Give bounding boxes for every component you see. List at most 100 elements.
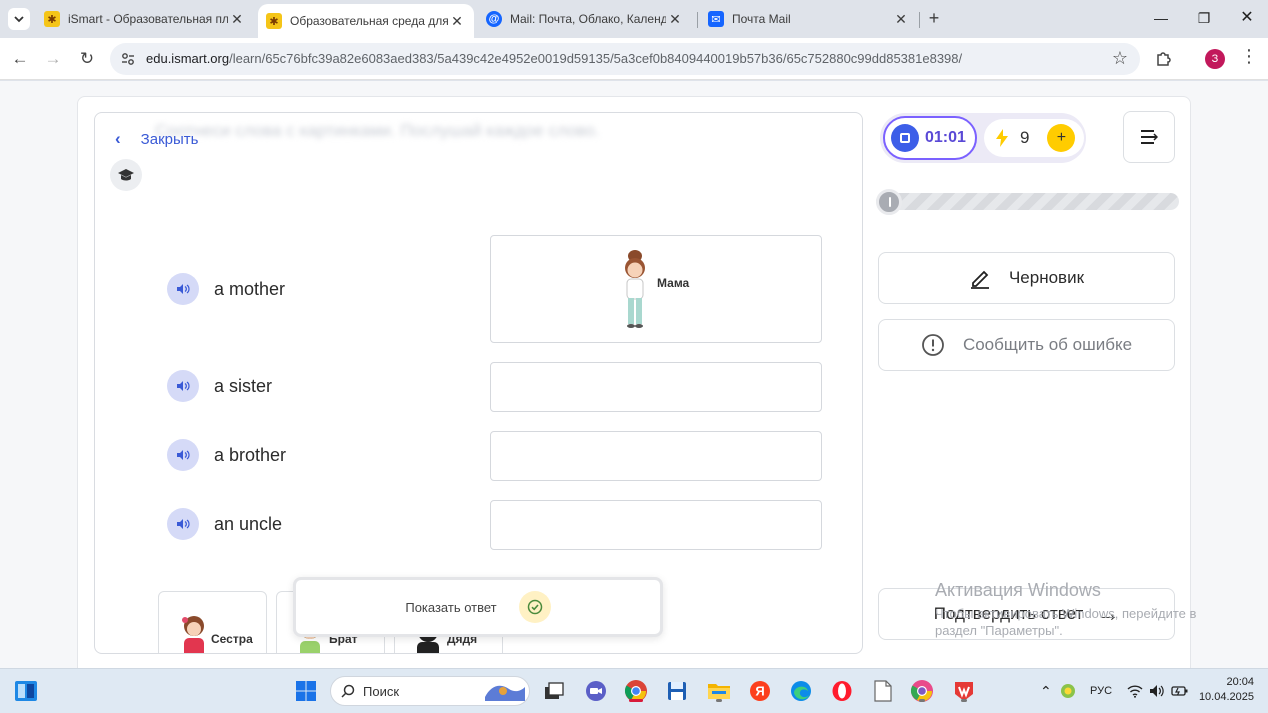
lesson-menu-button[interactable] — [1123, 111, 1175, 163]
task-instruction: Соотнеси слова с картинками. Послушай ка… — [155, 121, 600, 140]
reload-button[interactable]: ↻ — [75, 47, 99, 71]
word-row-sister: a sister — [167, 369, 272, 403]
close-label: Закрыть — [140, 130, 199, 148]
clock-time: 20:04 — [1226, 676, 1254, 688]
new-tab-button[interactable]: + — [924, 8, 944, 28]
restore-button[interactable]: ❐ — [1190, 6, 1218, 30]
task-view-icon[interactable] — [541, 678, 567, 704]
minimize-button[interactable]: — — [1147, 6, 1175, 30]
lightning-icon — [996, 129, 1008, 147]
word-label: a sister — [214, 375, 273, 396]
tab-separator — [697, 12, 698, 28]
tray-overflow-icon[interactable]: ⌃ — [1040, 683, 1052, 700]
opera-icon[interactable] — [829, 678, 855, 704]
wifi-icon[interactable] — [1125, 678, 1145, 704]
chrome-icon[interactable] — [623, 678, 649, 704]
extensions-puzzle-icon[interactable] — [1154, 48, 1174, 68]
speaker-icon[interactable] — [167, 508, 199, 540]
placed-card-caption: Мама — [657, 276, 690, 290]
search-icon — [341, 684, 355, 698]
close-tab-icon[interactable]: ✕ — [448, 13, 466, 30]
close-window-button[interactable]: ✕ — [1233, 6, 1261, 30]
back-button[interactable]: ← — [8, 47, 32, 71]
lesson-progress-bar — [876, 189, 1179, 215]
speaker-icon[interactable] — [167, 273, 199, 305]
tab-mail-cloud[interactable]: @ Mail: Почта, Облако, Календар ✕ — [478, 6, 692, 32]
draft-button[interactable]: Черновик — [878, 252, 1175, 304]
running-indicator — [716, 699, 722, 702]
url-path: /learn/65c76bfc39a82e6083aed383/5a439c42… — [229, 51, 963, 66]
tray-app-icon[interactable] — [1058, 678, 1078, 704]
wps-office-icon[interactable] — [951, 678, 977, 704]
forward-button[interactable]: → — [41, 47, 65, 71]
show-answer-button[interactable]: Показать ответ — [293, 577, 663, 637]
chevron-left-icon: ‹ — [115, 129, 121, 148]
add-energy-button[interactable]: + — [1047, 124, 1076, 152]
graduation-cap-icon — [110, 159, 142, 191]
drop-zone-brother[interactable] — [490, 431, 822, 481]
running-indicator — [961, 699, 967, 702]
url-text: edu.ismart.org/learn/65c76bfc39a82e6083a… — [146, 51, 962, 66]
speaker-icon[interactable] — [167, 370, 199, 402]
ismart-favicon-icon: ✱ — [44, 11, 60, 27]
speaker-icon[interactable] — [167, 439, 199, 471]
word-label: a brother — [214, 444, 287, 465]
tab-title: Почта Mail — [732, 12, 791, 26]
draft-label: Черновик — [1008, 268, 1085, 287]
show-answer-label: Показать ответ — [405, 599, 497, 615]
clock-date: 10.04.2025 — [1198, 691, 1254, 703]
energy-value: 9 — [1020, 128, 1030, 147]
volume-icon[interactable] — [1147, 678, 1167, 704]
widgets-icon[interactable] — [13, 678, 39, 704]
input-language[interactable]: РУС — [1090, 685, 1112, 697]
drop-zone-mother[interactable]: Мама — [490, 235, 822, 343]
drop-zone-uncle[interactable] — [490, 500, 822, 550]
address-bar[interactable]: edu.ismart.org/learn/65c76bfc39a82e6083a… — [110, 43, 1140, 75]
profile-avatar[interactable]: З — [1205, 49, 1225, 69]
document-file-icon[interactable] — [870, 678, 896, 704]
tab-ismart-1[interactable]: ✱ iSmart - Образовательная пла ✕ — [36, 6, 254, 32]
word-row-uncle: an uncle — [167, 507, 282, 541]
chrome-alt-icon[interactable] — [909, 678, 935, 704]
yandex-browser-icon[interactable]: Я — [747, 678, 773, 704]
search-placeholder: Поиск — [363, 683, 400, 699]
taskbar-search[interactable]: Поиск — [330, 676, 530, 706]
running-indicator — [919, 699, 925, 702]
file-explorer-icon[interactable] — [706, 678, 732, 704]
energy-counter: 9 + — [984, 119, 1084, 157]
close-tab-icon[interactable]: ✕ — [892, 11, 910, 28]
report-error-button[interactable]: Сообщить об ошибке — [878, 319, 1175, 371]
more-menu-icon[interactable]: ⋮ — [1240, 46, 1258, 67]
browser-toolbar: ← → ↻ edu.ismart.org/learn/65c76bfc39a82… — [0, 38, 1268, 80]
meet-camera-icon[interactable] — [583, 678, 609, 704]
word-row-brother: a brother — [167, 438, 286, 472]
drop-zone-sister[interactable] — [490, 362, 822, 412]
tab-separator — [919, 12, 920, 28]
tab-mail[interactable]: ✉ Почта Mail ✕ — [700, 6, 918, 32]
system-clock[interactable]: 20:04 10.04.2025 — [1198, 675, 1254, 705]
mail-envelope-icon: ✉ — [708, 11, 724, 27]
tab-title: Образовательная среда для с — [290, 14, 448, 28]
close-link[interactable]: ‹ Закрыть — [115, 129, 198, 149]
word-label: a mother — [214, 278, 286, 299]
save-disk-icon[interactable] — [664, 678, 690, 704]
site-settings-icon[interactable] — [120, 51, 136, 67]
watermark-subtitle: Чтобы активировать Windows, перейдите в … — [935, 606, 1197, 638]
windows-activation-watermark: Активация Windows Чтобы активировать Win… — [935, 580, 1235, 639]
svg-text:Я: Я — [755, 684, 764, 699]
tab-title: iSmart - Образовательная пла — [68, 12, 228, 26]
tab-ismart-active[interactable]: ✱ Образовательная среда для с ✕ — [258, 4, 474, 38]
battery-icon[interactable] — [1169, 678, 1191, 704]
close-tab-icon[interactable]: ✕ — [228, 11, 246, 28]
start-windows-icon[interactable] — [293, 678, 319, 704]
menu-lines-icon — [1141, 130, 1158, 144]
tab-search-button[interactable] — [8, 8, 30, 30]
running-indicator — [629, 699, 643, 702]
edge-icon[interactable] — [788, 678, 814, 704]
bank-card-sister[interactable]: Сестра — [158, 591, 267, 653]
bookmark-star-icon[interactable]: ☆ — [1112, 48, 1128, 69]
stop-timer-icon — [891, 124, 919, 152]
sister-illustration — [182, 616, 204, 653]
close-tab-icon[interactable]: ✕ — [666, 11, 684, 28]
timer[interactable]: 01:01 — [883, 116, 977, 160]
